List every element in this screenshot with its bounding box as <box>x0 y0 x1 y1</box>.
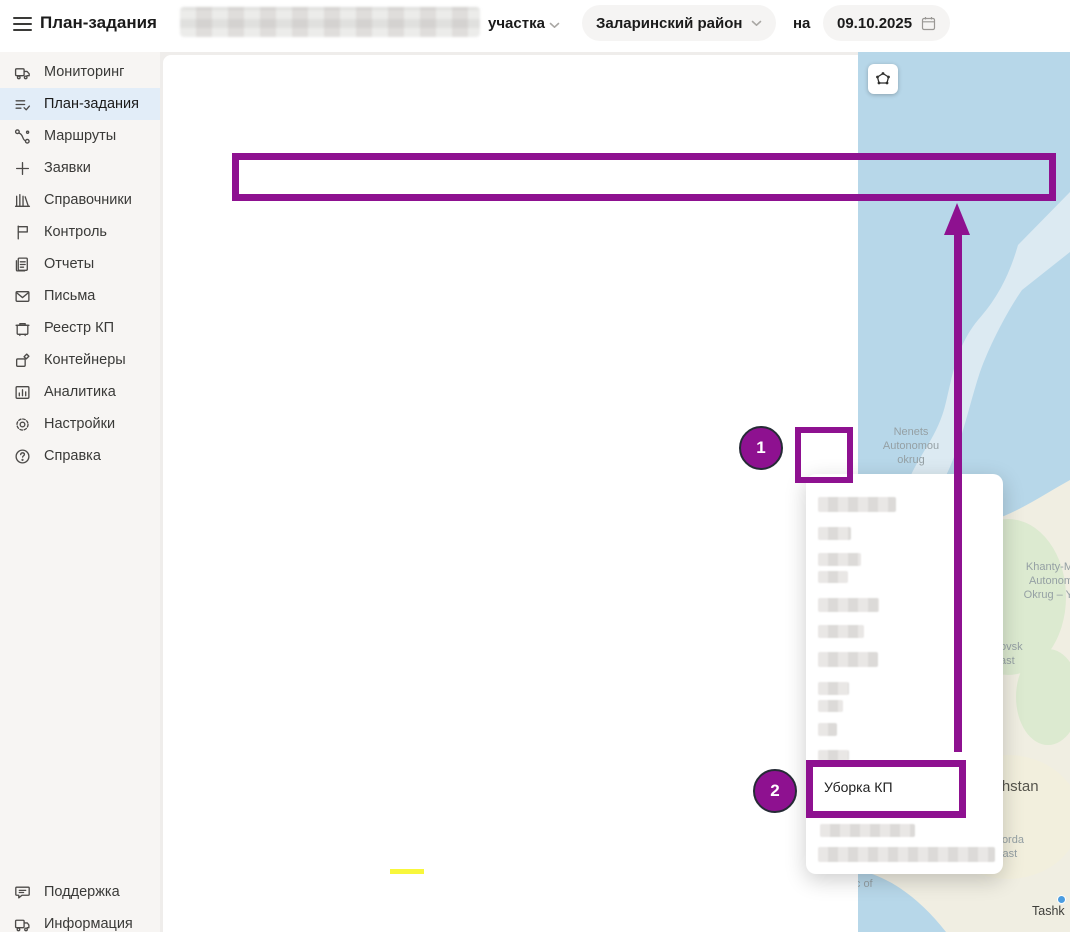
annotation-step-1-badge: 1 <box>739 426 783 470</box>
hamburger-menu-icon[interactable] <box>13 17 32 32</box>
sidebar-item-analytics[interactable]: Аналитика <box>0 376 160 408</box>
district-selector[interactable]: Заларинский район <box>582 5 776 41</box>
chevron-down-icon <box>549 22 560 29</box>
flag-icon <box>14 224 31 241</box>
sidebar-item-routes[interactable]: Маршруты <box>0 120 160 152</box>
polygon-select-icon <box>874 70 892 88</box>
area-selector-label[interactable]: участка <box>488 15 545 32</box>
sidebar-item-settings[interactable]: Настройки <box>0 408 160 440</box>
redacted-menu-item[interactable] <box>818 527 851 540</box>
page-title: План-задания <box>40 13 157 33</box>
redacted-menu-item[interactable] <box>818 723 837 736</box>
app-root: Nenets Autonomou okrug Khanty-M Autonom … <box>0 0 1070 932</box>
sidebar-item-label: Маршруты <box>44 128 116 144</box>
redacted-menu-item[interactable] <box>818 847 995 862</box>
sidebar-item-label: Настройки <box>44 416 115 432</box>
redacted-menu-item[interactable] <box>818 700 843 712</box>
sidebar-item-label: Поддержка <box>44 884 120 900</box>
redacted-menu-item[interactable] <box>818 625 864 638</box>
sidebar-item-label: Контроль <box>44 224 107 240</box>
sidebar-item-control[interactable]: Контроль <box>0 216 160 248</box>
chevron-down-icon <box>751 20 762 27</box>
redacted-menu-item[interactable] <box>818 750 849 761</box>
container-edit-icon <box>14 352 31 369</box>
sidebar-item-directories[interactable]: Справочники <box>0 184 160 216</box>
question-circle-icon <box>14 448 31 465</box>
sidebar: Мониторинг План-задания Маршруты Заявки … <box>0 52 160 932</box>
sidebar-item-containers[interactable]: Контейнеры <box>0 344 160 376</box>
annotation-arrow-line <box>954 233 962 752</box>
redacted-menu-item[interactable] <box>818 571 848 583</box>
sidebar-item-label: Справка <box>44 448 101 464</box>
truck-monitoring-icon <box>14 64 31 81</box>
redacted-menu-item[interactable] <box>818 553 861 566</box>
redacted-header-text <box>180 7 480 37</box>
sidebar-item-label: Контейнеры <box>44 352 126 368</box>
redacted-menu-item[interactable] <box>818 497 896 512</box>
sidebar-item-label: Мониторинг <box>44 64 124 80</box>
map-label-khanty: Khanty-M Autonom Okrug – Y <box>1018 560 1070 602</box>
task-list-check-icon <box>14 96 31 113</box>
sidebar-item-label: Аналитика <box>44 384 116 400</box>
sidebar-item-plan-tasks[interactable]: План-задания <box>0 88 160 120</box>
map-label-tashkent: Tashk <box>1032 904 1070 918</box>
sidebar-item-label: Письма <box>44 288 95 304</box>
redacted-menu-item[interactable] <box>820 824 915 837</box>
annotation-arrow-head <box>944 203 970 235</box>
bar-chart-icon <box>14 384 31 401</box>
envelope-icon <box>14 288 31 305</box>
sidebar-item-label: Реестр КП <box>44 320 114 336</box>
tashkent-city-dot <box>1057 895 1066 904</box>
sidebar-item-reports[interactable]: Отчеты <box>0 248 160 280</box>
chat-bubble-icon <box>14 884 31 901</box>
gear-icon <box>14 416 31 433</box>
plus-icon <box>14 160 31 177</box>
district-value: Заларинский район <box>596 15 742 32</box>
route-icon <box>14 128 31 145</box>
sidebar-item-help[interactable]: Справка <box>0 440 160 472</box>
map-label-nenets: Nenets Autonomou okrug <box>868 425 954 467</box>
sidebar-item-monitoring[interactable]: Мониторинг <box>0 56 160 88</box>
sidebar-item-information[interactable]: Информация <box>0 908 160 932</box>
date-value: 09.10.2025 <box>837 15 912 32</box>
plan-task-panel <box>163 55 858 932</box>
sidebar-item-support[interactable]: Поддержка <box>0 876 160 908</box>
sidebar-item-letters[interactable]: Письма <box>0 280 160 312</box>
calendar-icon <box>921 16 936 31</box>
annotation-step-2-badge: 2 <box>753 769 797 813</box>
map-polygon-tool-button[interactable] <box>868 64 898 94</box>
sidebar-item-label: Отчеты <box>44 256 94 272</box>
document-icon <box>14 256 31 273</box>
date-preposition: на <box>793 15 810 32</box>
map-label-sverdlovsk: ovsk ast <box>1000 640 1036 668</box>
waste-container-icon <box>14 320 31 337</box>
top-bar: План-задания участка Заларинский район н… <box>0 0 1070 52</box>
sidebar-item-label: Справочники <box>44 192 132 208</box>
sidebar-item-label: План-задания <box>44 96 139 112</box>
info-truck-icon <box>14 916 31 932</box>
sidebar-item-label: Информация <box>44 916 133 932</box>
menu-item-uborka-kp[interactable]: Уборка КП <box>824 779 893 795</box>
sidebar-item-label: Заявки <box>44 160 91 176</box>
redacted-menu-item[interactable] <box>818 652 878 667</box>
highlight-fragment <box>390 869 424 874</box>
redacted-menu-item[interactable] <box>818 682 849 695</box>
date-picker[interactable]: 09.10.2025 <box>823 5 950 41</box>
sidebar-item-requests[interactable]: Заявки <box>0 152 160 184</box>
books-icon <box>14 192 31 209</box>
redacted-menu-item[interactable] <box>818 598 879 612</box>
sidebar-item-kp-registry[interactable]: Реестр КП <box>0 312 160 344</box>
